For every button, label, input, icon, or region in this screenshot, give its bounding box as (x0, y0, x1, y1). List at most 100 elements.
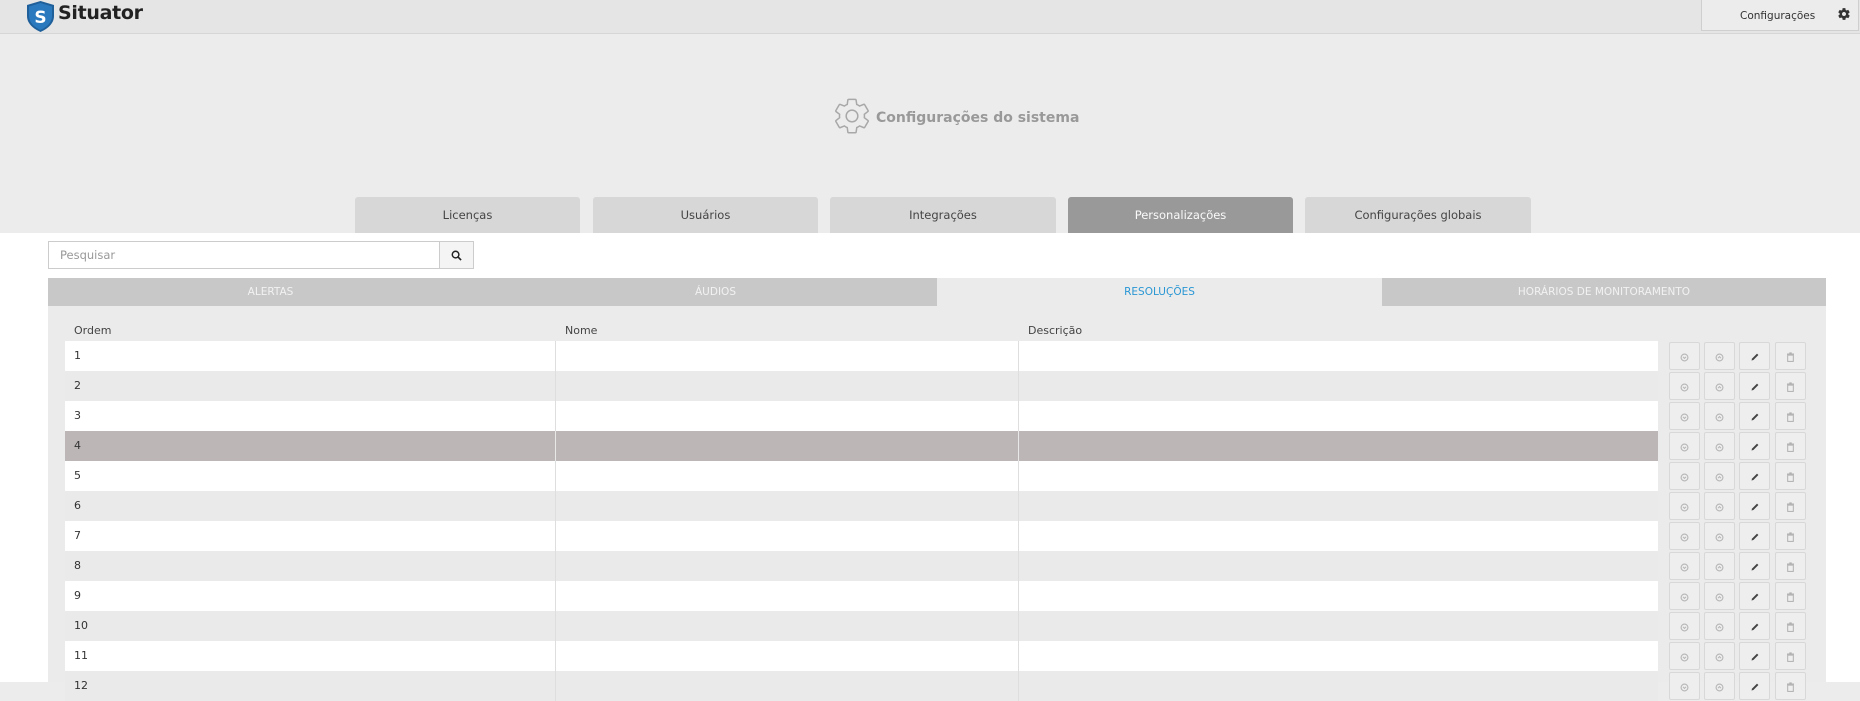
tab-integracoes[interactable]: Integrações (830, 197, 1056, 233)
move-up-button[interactable] (1704, 462, 1735, 490)
move-up-button[interactable] (1704, 402, 1735, 430)
table-row[interactable]: 3 (65, 401, 1658, 431)
move-down-icon (1680, 587, 1689, 606)
edit-icon (1750, 647, 1760, 666)
subtab-alertas[interactable]: ALERTAS (48, 278, 493, 306)
delete-button[interactable] (1775, 462, 1806, 490)
tab-configuracoes-globais[interactable]: Configurações globais (1305, 197, 1531, 233)
cell-nome (556, 491, 1018, 521)
edit-button[interactable] (1739, 402, 1770, 430)
edit-button[interactable] (1739, 372, 1770, 400)
move-down-button[interactable] (1669, 582, 1700, 610)
edit-button[interactable] (1739, 642, 1770, 670)
move-up-icon (1715, 377, 1724, 396)
tab-licencas[interactable]: Licenças (355, 197, 580, 233)
move-down-button[interactable] (1669, 672, 1700, 700)
move-up-icon (1715, 677, 1724, 696)
move-down-button[interactable] (1669, 342, 1700, 370)
move-down-icon (1680, 467, 1689, 486)
table-row[interactable]: 10 (65, 611, 1658, 641)
subtab-audios[interactable]: ÁUDIOS (493, 278, 938, 306)
move-up-button[interactable] (1704, 552, 1735, 580)
search-input[interactable]: Pesquisar (48, 241, 440, 269)
column-header-ordem[interactable]: Ordem (74, 324, 111, 337)
move-down-button[interactable] (1669, 402, 1700, 430)
cell-descricao (1019, 461, 1658, 491)
delete-button[interactable] (1775, 522, 1806, 550)
move-down-icon (1680, 527, 1689, 546)
move-up-button[interactable] (1704, 612, 1735, 640)
edit-button[interactable] (1739, 672, 1770, 700)
move-up-icon (1715, 407, 1724, 426)
move-down-button[interactable] (1669, 462, 1700, 490)
move-up-button[interactable] (1704, 522, 1735, 550)
subtab-horarios-monitoramento[interactable]: HORÁRIOS DE MONITORAMENTO (1382, 278, 1826, 306)
move-up-icon (1715, 647, 1724, 666)
settings-button-label: Configurações (1740, 10, 1816, 22)
edit-button[interactable] (1739, 582, 1770, 610)
table-row[interactable]: 12 (65, 671, 1658, 701)
delete-button[interactable] (1775, 582, 1806, 610)
delete-button[interactable] (1775, 432, 1806, 460)
delete-button[interactable] (1775, 672, 1806, 700)
app-logo[interactable]: S Situator (26, 0, 143, 32)
delete-button[interactable] (1775, 552, 1806, 580)
table-row[interactable]: 9 (65, 581, 1658, 611)
edit-button[interactable] (1739, 552, 1770, 580)
move-down-button[interactable] (1669, 612, 1700, 640)
move-up-button[interactable] (1704, 342, 1735, 370)
move-up-button[interactable] (1704, 582, 1735, 610)
edit-icon (1750, 377, 1760, 396)
move-down-button[interactable] (1669, 552, 1700, 580)
table-row[interactable]: 8 (65, 551, 1658, 581)
move-down-button[interactable] (1669, 372, 1700, 400)
table-row[interactable]: 11 (65, 641, 1658, 671)
move-up-icon (1715, 437, 1724, 456)
move-up-icon (1715, 587, 1724, 606)
delete-button[interactable] (1775, 372, 1806, 400)
search-button[interactable] (439, 241, 474, 269)
column-header-nome[interactable]: Nome (565, 324, 597, 337)
edit-button[interactable] (1739, 342, 1770, 370)
edit-button[interactable] (1739, 522, 1770, 550)
delete-button[interactable] (1775, 342, 1806, 370)
edit-button[interactable] (1739, 462, 1770, 490)
delete-button[interactable] (1775, 642, 1806, 670)
move-down-button[interactable] (1669, 432, 1700, 460)
move-up-button[interactable] (1704, 672, 1735, 700)
delete-button[interactable] (1775, 612, 1806, 640)
edit-icon (1750, 437, 1760, 456)
move-down-button[interactable] (1669, 522, 1700, 550)
move-up-button[interactable] (1704, 372, 1735, 400)
edit-icon (1750, 347, 1760, 366)
table-row[interactable]: 1 (65, 341, 1658, 371)
cell-descricao (1019, 581, 1658, 611)
move-up-icon (1715, 467, 1724, 486)
cell-ordem: 9 (74, 589, 81, 602)
table-row[interactable]: 2 (65, 371, 1658, 401)
move-up-button[interactable] (1704, 492, 1735, 520)
cell-ordem: 11 (74, 649, 88, 662)
delete-icon (1786, 407, 1795, 426)
delete-button[interactable] (1775, 492, 1806, 520)
table-row[interactable]: 5 (65, 461, 1658, 491)
move-up-button[interactable] (1704, 642, 1735, 670)
table-row[interactable]: 7 (65, 521, 1658, 551)
edit-button[interactable] (1739, 432, 1770, 460)
column-header-descricao[interactable]: Descrição (1028, 324, 1082, 337)
tab-usuarios[interactable]: Usuários (593, 197, 818, 233)
edit-button[interactable] (1739, 612, 1770, 640)
cell-descricao (1019, 401, 1658, 431)
delete-button[interactable] (1775, 402, 1806, 430)
edit-button[interactable] (1739, 492, 1770, 520)
table-row[interactable]: 4 (65, 431, 1658, 461)
settings-button[interactable]: Configurações (1701, 0, 1859, 31)
move-down-button[interactable] (1669, 492, 1700, 520)
edit-icon (1750, 617, 1760, 636)
edit-icon (1750, 527, 1760, 546)
move-down-button[interactable] (1669, 642, 1700, 670)
move-up-button[interactable] (1704, 432, 1735, 460)
subtab-resolucoes[interactable]: RESOLUÇÕES (937, 278, 1382, 306)
table-row[interactable]: 6 (65, 491, 1658, 521)
tab-personalizacoes[interactable]: Personalizações (1068, 197, 1293, 233)
